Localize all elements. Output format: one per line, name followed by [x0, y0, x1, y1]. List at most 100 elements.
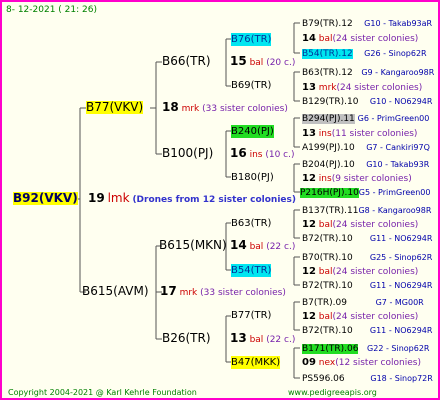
gen2-station-4: bal: [249, 335, 264, 345]
copyright-notice: Copyright 2004-2021 @ Karl Kehrle Founda…: [8, 388, 197, 397]
gen2-queen-3[interactable]: B615(MKN): [159, 239, 227, 252]
gen4-breeder: G10 - Takab93R: [366, 160, 430, 169]
gen4-breeder: G5 - PrimGreen00: [358, 188, 431, 197]
gen4-row-22: B171(TR).06 G22 - Sinop62R: [302, 342, 429, 356]
gen4-colonies: (12 sister colonies): [335, 358, 421, 368]
gen2-queen-2[interactable]: B100(PJ): [162, 147, 213, 160]
gen4-row-21: B72(TR).10 G11 - NO6294R: [302, 324, 432, 338]
gen1-top-mating-info: 18 mrk (33 sister colonies): [162, 101, 288, 116]
gen4-num: 12: [302, 266, 316, 277]
gen4-num: 12: [302, 173, 316, 184]
gen4-queen-text[interactable]: P216H(PJ).10: [300, 188, 359, 198]
gen2-num-1: 15: [230, 54, 247, 68]
gen1-top-queen[interactable]: B77(VKV): [86, 101, 144, 114]
gen4-colonies: (24 sister colonies): [332, 220, 419, 230]
gen4-row-4: B63(TR).12 G9 - Kangaroo98R: [302, 66, 434, 80]
gen4-colonies: (9 sister colonies): [331, 174, 412, 184]
gen4-breeder: G26 - Sinop62R: [364, 49, 427, 58]
gen4-row-23: 09 nex(12 sister colonies): [302, 356, 421, 370]
gen2-num-2: 16: [230, 146, 247, 160]
gen2-queen-1[interactable]: B66(TR): [162, 55, 211, 68]
gen4-queen-text[interactable]: B294(PJ).11: [302, 114, 355, 124]
gen4-breeder: G11 - NO6294R: [369, 281, 433, 290]
gen3-queen-4[interactable]: B180(PJ): [231, 171, 274, 184]
gen4-breeder: G10 - NO6294R: [369, 97, 433, 106]
gen2-colonies-4: (22 c.): [266, 335, 296, 345]
website-link[interactable]: www.pedigreeapis.org: [288, 386, 377, 398]
gen4-mating: bal: [318, 312, 333, 322]
gen1-bottom-queen[interactable]: B615(AVM): [82, 285, 149, 298]
gen2-station-2: ins: [249, 150, 263, 160]
gen1-top-colonies: (33 sister colonies): [202, 104, 288, 114]
gen4-row-2: 14 bal(24 sister colonies): [302, 32, 418, 46]
gen4-row-20: 12 bal(24 sister colonies): [302, 310, 418, 324]
gen4-queen-text[interactable]: B72(TR).10: [302, 234, 353, 244]
gen4-colonies: (24 sister colonies): [332, 34, 419, 44]
gen4-row-7: B294(PJ).11 G6 - PrimGreen00: [302, 112, 429, 126]
gen4-queen-text[interactable]: B54(TR).12: [302, 49, 353, 59]
gen4-queen-text[interactable]: B79(TR).12: [302, 19, 353, 29]
gen4-colonies: (24 sister colonies): [332, 312, 419, 322]
gen4-queen-text[interactable]: B129(TR).10: [302, 97, 358, 107]
gen4-num: 13: [302, 128, 316, 139]
gen2-num-3: 14: [230, 238, 247, 252]
gen2-colonies-2: (10 c.): [265, 150, 295, 160]
gen2-mating-1: 15 bal (20 c.): [230, 55, 295, 70]
gen3-queen-5[interactable]: B63(TR): [231, 217, 271, 230]
gen4-queen-text[interactable]: B7(TR).09: [302, 298, 347, 308]
gen2-queen-4[interactable]: B26(TR): [162, 332, 211, 345]
gen4-num: 12: [302, 311, 316, 322]
gen3-queen-2[interactable]: B69(TR): [231, 79, 271, 92]
gen4-colonies: (11 sister colonies): [331, 129, 418, 139]
gen4-row-5: 13 mrk(24 sister colonies): [302, 81, 422, 95]
root-mating-info: 19 lmk (Drones from 12 sister colonies): [88, 192, 296, 207]
gen1-bottom-mating-info: 17 mrk (33 sister colonies): [160, 285, 286, 300]
gen4-mating: mrk: [318, 83, 337, 93]
gen4-breeder: G7 - MG00R: [375, 298, 424, 307]
gen3-queen-3[interactable]: B240(PJ): [231, 125, 274, 138]
gen4-queen-text[interactable]: B70(TR).10: [302, 253, 353, 263]
gen4-queen-text[interactable]: B204(PJ).10: [302, 160, 355, 170]
gen4-queen-text[interactable]: B72(TR).10: [302, 326, 353, 336]
report-date: 8- 12-2021 ( 21: 26): [6, 5, 97, 15]
gen4-queen-text[interactable]: A199(PJ).10: [302, 143, 355, 153]
root-queen[interactable]: B92(VKV): [13, 192, 78, 205]
gen2-station-1: bal: [249, 58, 264, 68]
gen4-mating: ins: [318, 129, 332, 139]
gen4-breeder: G11 - NO6294R: [369, 326, 433, 335]
gen4-mating: bal: [318, 34, 333, 44]
gen4-queen-text[interactable]: B72(TR).10: [302, 281, 353, 291]
gen2-station-3: bal: [249, 242, 264, 252]
gen2-mating-3: 14 bal (22 c.): [230, 239, 295, 254]
root-generation-num: 19: [88, 191, 105, 205]
gen4-num: 13: [302, 82, 316, 93]
gen4-num: 09: [302, 357, 316, 368]
gen4-row-14: 12 bal(24 sister colonies): [302, 218, 418, 232]
gen4-queen-text[interactable]: B137(TR).11: [302, 206, 358, 216]
gen4-row-3: B54(TR).12 G26 - Sinop62R: [302, 47, 427, 61]
gen3-queen-8[interactable]: B47(MKK): [231, 356, 281, 369]
gen4-queen-text[interactable]: B63(TR).12: [302, 68, 353, 78]
gen1-bottom-num: 17: [160, 284, 177, 298]
gen4-row-8: 13 ins(11 sister colonies): [302, 127, 417, 141]
gen4-row-11: 12 ins(9 sister colonies): [302, 172, 412, 186]
gen1-bottom-colonies: (33 sister colonies): [200, 288, 286, 298]
gen3-queen-7[interactable]: B77(TR): [231, 309, 271, 322]
gen4-breeder: G6 - PrimGreen00: [357, 114, 430, 123]
gen2-colonies-1: (20 c.): [266, 58, 296, 68]
gen2-mating-4: 13 bal (22 c.): [230, 332, 295, 347]
gen4-row-1: B79(TR).12 G10 - Takab93aR: [302, 17, 432, 31]
gen4-breeder: G10 - Takab93aR: [364, 19, 433, 28]
gen4-row-17: 12 bal(24 sister colonies): [302, 265, 418, 279]
root-drone-colonies: (Drones from 12 sister colonies): [132, 195, 296, 205]
gen4-queen-text[interactable]: B171(TR).06: [302, 344, 359, 354]
gen4-breeder: G7 - Cankiri97Q: [366, 143, 430, 152]
gen4-breeder: G9 - Kangaroo98R: [361, 68, 435, 77]
gen4-row-10: B204(PJ).10 G10 - Takab93R: [302, 158, 429, 172]
gen4-num: 14: [302, 33, 316, 44]
gen1-bottom-mating: mrk: [179, 288, 198, 298]
gen2-mating-2: 16 ins (10 c.): [230, 147, 295, 162]
gen3-queen-6[interactable]: B54(TR): [231, 264, 272, 277]
gen4-queen-text[interactable]: PS596.06: [302, 374, 345, 384]
gen3-queen-1[interactable]: B76(TR): [231, 33, 272, 46]
